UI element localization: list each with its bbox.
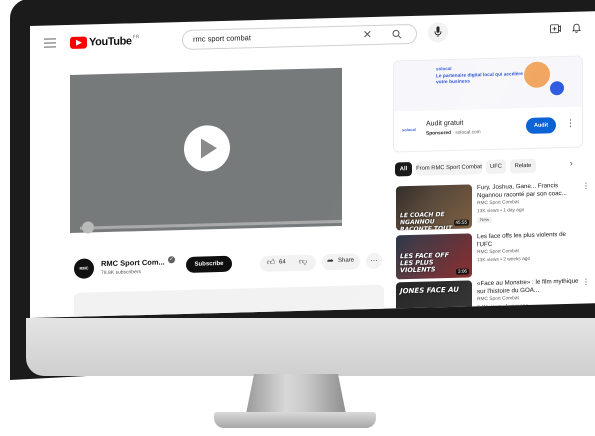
chevron-right-icon[interactable]: ›: [570, 159, 573, 168]
progress-bar[interactable]: [80, 219, 342, 230]
chip-from-channel[interactable]: From RMC Sport Combat: [416, 160, 482, 176]
video-player[interactable]: [70, 67, 342, 234]
more-actions-icon[interactable]: …: [366, 252, 382, 270]
subscriber-count: 79.8K subscribers: [101, 269, 142, 277]
logo-text: YouTube: [89, 35, 132, 49]
filter-chips: All From RMC Sport Combat UFC Relate ›: [395, 157, 595, 178]
thumbnail-caption: LES FACE OFF LES PLUS VIOLENTS: [400, 251, 449, 275]
search-input[interactable]: rmc sport combat ✕: [182, 23, 417, 51]
monitor-stand-neck: [246, 374, 346, 414]
subscribe-button[interactable]: Subscribe: [186, 255, 232, 273]
play-button[interactable]: [184, 124, 230, 172]
recommendation-meta: 13K views • 2 weeks ago: [477, 256, 531, 264]
notifications-bell-icon[interactable]: [572, 23, 581, 34]
recommendation-title[interactable]: «Face au Monstre» : le film mythique sur…: [477, 278, 579, 296]
youtube-play-icon: [70, 36, 87, 49]
youtube-logo[interactable]: YouTube FR: [70, 34, 139, 50]
channel-avatar[interactable]: RMC SPORT: [74, 258, 94, 291]
ad-meta: Sponsored · solocal.com: [426, 130, 481, 137]
thumbnail-caption: LE COACH DE NGANNOU RACONTE TOUT: [400, 211, 453, 231]
menu-icon[interactable]: [44, 38, 56, 48]
logo-region: FR: [132, 34, 140, 41]
thumbs-down-icon[interactable]: 👎︎: [299, 257, 307, 267]
mic-icon: [434, 26, 442, 37]
recommendation-channel[interactable]: RMC Sport Combat: [477, 249, 519, 255]
clear-search-icon[interactable]: ✕: [363, 28, 372, 42]
recommendation-thumbnail[interactable]: LE COACH DE NGANNOU RACONTE TOUT 45:55: [396, 184, 472, 231]
video-duration: 45:55: [453, 219, 469, 226]
progress-scrubber[interactable]: [81, 221, 94, 234]
video-duration: 3:06: [456, 268, 469, 275]
voice-search-button[interactable]: [428, 22, 448, 43]
chip-related[interactable]: Relate: [510, 158, 536, 174]
recommendation-title[interactable]: Les face offs les plus violents de l'UFC: [477, 231, 579, 249]
thumbnail-caption: JONES FACE AU: [400, 285, 459, 296]
chip-ufc[interactable]: UFC: [486, 159, 506, 175]
ad-more-icon[interactable]: ⋮: [566, 118, 575, 129]
like-count: 64: [279, 259, 286, 266]
monitor-chin: [26, 318, 595, 376]
ad-logo: solocal: [402, 126, 416, 133]
ad-domain: solocal.com: [455, 130, 481, 136]
recommendation-item[interactable]: LES FACE OFF LES PLUS VIOLENTS 3:06 Les …: [396, 230, 592, 281]
search-icon[interactable]: [392, 29, 402, 39]
new-badge: New: [477, 216, 493, 224]
share-button[interactable]: ➦ Share: [322, 253, 360, 271]
ad-tagline: Le partenaire digital local qui accélère…: [436, 72, 523, 86]
ad-title[interactable]: Audit gratuit: [426, 120, 463, 128]
recommendation-item[interactable]: LE COACH DE NGANNOU RACONTE TOUT 45:55 F…: [396, 181, 592, 232]
ad-banner[interactable]: solocal Le partenaire digital local qui …: [394, 56, 583, 112]
ad-person-image: [524, 61, 550, 89]
share-label: Share: [338, 257, 355, 264]
thumbs-up-icon[interactable]: 👍︎: [267, 258, 275, 268]
search-query: rmc sport combat: [193, 33, 251, 44]
like-dislike-group: 👍︎ 64 👎︎: [260, 254, 316, 272]
recommendation-meta: 13K views • 1 day ago: [477, 208, 525, 215]
more-options-icon[interactable]: ⋮: [582, 181, 590, 190]
recommendation-channel[interactable]: RMC Sport Combat: [477, 200, 519, 206]
ad-brand: solocal: [436, 65, 452, 72]
recommendation-title[interactable]: Fury, Joshua, Gane... Francis Ngannou ra…: [477, 182, 579, 200]
create-icon[interactable]: [550, 24, 561, 34]
channel-name[interactable]: RMC Sport Com...: [101, 257, 165, 268]
chip-all[interactable]: All: [395, 161, 412, 177]
verified-check-icon: ✓: [168, 256, 175, 264]
sponsored-ad-card[interactable]: solocal Le partenaire digital local qui …: [393, 55, 583, 153]
recommendation-channel[interactable]: RMC Sport Combat: [477, 296, 519, 302]
screen: YouTube FR rmc sport combat ✕ RMC SPORT …: [30, 11, 595, 318]
sponsored-label: Sponsored: [426, 130, 452, 137]
stage: YouTube FR rmc sport combat ✕ RMC SPORT …: [0, 0, 595, 436]
share-arrow-icon: ➦: [327, 256, 334, 266]
ad-cta-button[interactable]: Audit: [526, 117, 556, 135]
monitor-stand-base: [214, 412, 376, 428]
recommendation-thumbnail[interactable]: LES FACE OFF LES PLUS VIOLENTS 3:06: [396, 233, 472, 280]
ad-graphic: [550, 81, 564, 96]
channel-row: RMC SPORT RMC Sport Com... ✓ 79.8K subsc…: [74, 249, 384, 291]
more-options-icon[interactable]: ⋮: [582, 277, 590, 286]
